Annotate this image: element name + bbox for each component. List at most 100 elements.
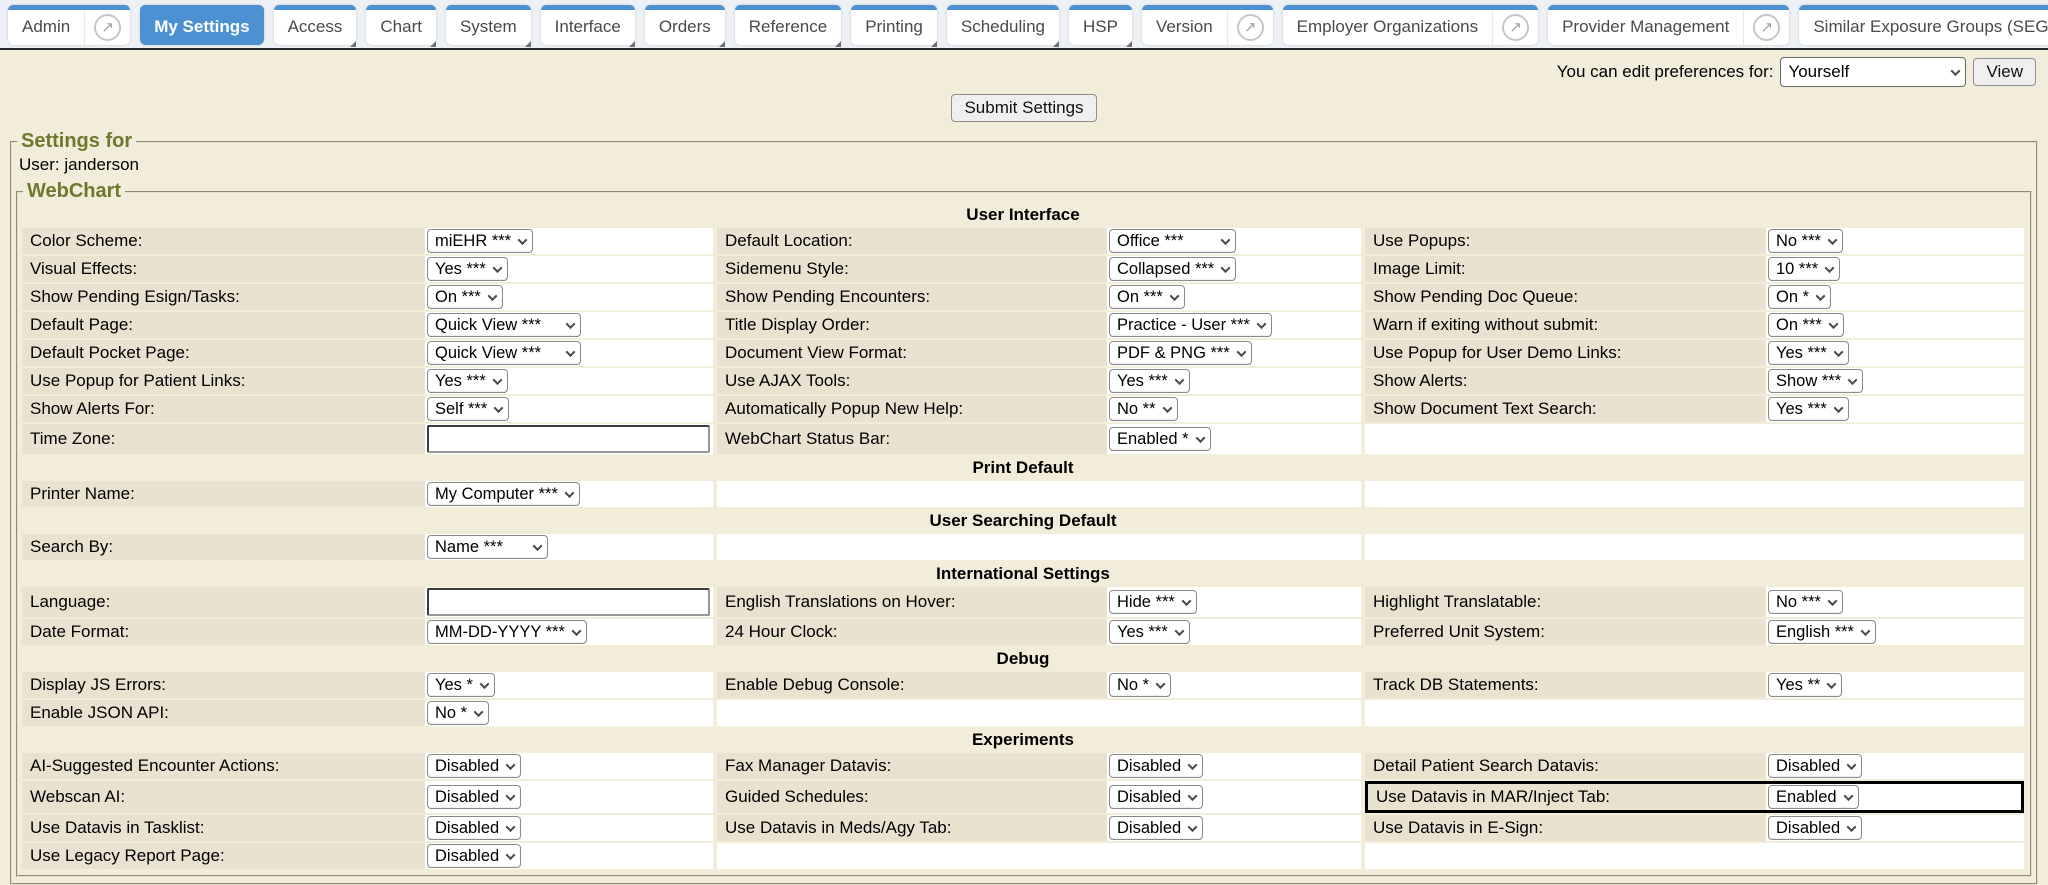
tab-label: System — [446, 12, 531, 37]
english-translations-on-hover-select[interactable]: Hide *** — [1109, 590, 1197, 614]
chevron-down-icon — [492, 263, 502, 273]
tab-provider-management[interactable]: Provider Management↗ — [1548, 5, 1789, 45]
title-display-order-value: Practice - User *** — [1117, 316, 1250, 335]
show-pending-doc-queue-select[interactable]: On * — [1768, 285, 1831, 309]
display-js-errors-select[interactable]: Yes * — [427, 673, 495, 697]
show-pending-esign-tasks-select[interactable]: On *** — [427, 285, 503, 309]
use-popups-select[interactable]: No *** — [1768, 229, 1843, 253]
chevron-down-icon — [1188, 760, 1198, 770]
color-scheme-select[interactable]: miEHR *** — [427, 229, 533, 253]
tab-similar-exposure-groups-segs[interactable]: Similar Exposure Groups (SEGs)↗ — [1799, 5, 2048, 45]
use-legacy-report-page-select[interactable]: Disabled — [427, 844, 521, 868]
highlight-translatable-value: No *** — [1776, 593, 1821, 612]
popup-arrow-icon[interactable]: ↗ — [94, 14, 121, 41]
tab-chart[interactable]: Chart — [366, 5, 436, 45]
chevron-down-icon — [1181, 596, 1191, 606]
chevron-down-icon — [1825, 263, 1835, 273]
show-alerts-select[interactable]: Show *** — [1768, 369, 1863, 393]
tab-hsp[interactable]: HSP — [1069, 5, 1132, 45]
empty-label — [717, 700, 1107, 726]
time-zone-input[interactable] — [427, 425, 710, 453]
popup-arrow-icon[interactable]: ↗ — [1753, 14, 1780, 41]
section-title-user-interface: User Interface — [22, 203, 2024, 226]
tab-version[interactable]: Version↗ — [1142, 5, 1273, 45]
webscan-ai-select[interactable]: Disabled — [427, 785, 521, 809]
show-pending-encounters-select[interactable]: On *** — [1109, 285, 1185, 309]
use-popup-for-patient-links-value: Yes *** — [435, 372, 486, 391]
date-format-value: MM-DD-YYYY *** — [435, 623, 565, 642]
default-page-select[interactable]: Quick View *** — [427, 313, 581, 337]
sidemenu-style-select[interactable]: Collapsed *** — [1109, 257, 1236, 281]
view-button[interactable]: View — [1973, 58, 2036, 86]
tab-printing[interactable]: Printing — [851, 5, 937, 45]
tab-access[interactable]: Access — [274, 5, 357, 45]
use-popup-for-user-demo-links-select[interactable]: Yes *** — [1768, 341, 1849, 365]
preferred-unit-system-select[interactable]: English *** — [1768, 620, 1876, 644]
use-datavis-in-meds-agy-tab-select[interactable]: Disabled — [1109, 816, 1203, 840]
search-by-select[interactable]: Name *** — [427, 535, 548, 559]
search-by-label: Search By: — [22, 534, 425, 560]
document-view-format-label: Document View Format: — [717, 340, 1107, 366]
ai-suggested-encounter-actions-select[interactable]: Disabled — [427, 754, 521, 778]
tab-admin[interactable]: Admin↗ — [8, 5, 130, 45]
title-display-order-select[interactable]: Practice - User *** — [1109, 313, 1272, 337]
tab-scheduling[interactable]: Scheduling — [947, 5, 1059, 45]
empty-label — [1365, 424, 1766, 454]
tab-interface[interactable]: Interface — [541, 5, 635, 45]
use-ajax-tools-select[interactable]: Yes *** — [1109, 369, 1190, 393]
24-hour-clock-value: Yes *** — [1117, 623, 1168, 642]
visual-effects-select[interactable]: Yes *** — [427, 257, 508, 281]
tab-employer-organizations[interactable]: Employer Organizations↗ — [1283, 5, 1538, 45]
date-format-select[interactable]: MM-DD-YYYY *** — [427, 620, 587, 644]
show-alerts-for-select[interactable]: Self *** — [427, 397, 509, 421]
tab-my-settings[interactable]: My Settings — [140, 5, 263, 45]
document-view-format-select[interactable]: PDF & PNG *** — [1109, 341, 1252, 365]
default-pocket-page-select[interactable]: Quick View *** — [427, 341, 581, 365]
empty-control-cell — [1766, 481, 2024, 507]
preferences-for-select[interactable]: Yourself — [1780, 57, 1966, 87]
tab-orders[interactable]: Orders — [645, 5, 725, 45]
enable-json-api-select[interactable]: No * — [427, 701, 489, 725]
webchart-status-bar-select[interactable]: Enabled * — [1109, 427, 1211, 451]
use-legacy-report-page-control-cell: Disabled — [425, 843, 713, 869]
use-datavis-in-mar-inject-tab-select[interactable]: Enabled — [1768, 785, 1859, 809]
detail-patient-search-datavis-select[interactable]: Disabled — [1768, 754, 1862, 778]
show-document-text-search-select[interactable]: Yes *** — [1768, 397, 1849, 421]
guided-schedules-select[interactable]: Disabled — [1109, 785, 1203, 809]
warn-if-exiting-without-submit-select[interactable]: On *** — [1768, 313, 1844, 337]
printer-name-select[interactable]: My Computer *** — [427, 482, 580, 506]
automatically-popup-new-help-select[interactable]: No ** — [1109, 397, 1178, 421]
language-input[interactable] — [427, 588, 710, 616]
default-location-select[interactable]: Office *** — [1109, 229, 1236, 253]
track-db-statements-select[interactable]: Yes ** — [1768, 673, 1842, 697]
24-hour-clock-select[interactable]: Yes *** — [1109, 620, 1190, 644]
highlight-translatable-select[interactable]: No *** — [1768, 590, 1843, 614]
chevron-down-icon — [533, 541, 543, 551]
automatically-popup-new-help-label: Automatically Popup New Help: — [717, 396, 1107, 422]
image-limit-select[interactable]: 10 *** — [1768, 257, 1840, 281]
search-by-value: Name *** — [435, 538, 503, 557]
fax-manager-datavis-select[interactable]: Disabled — [1109, 754, 1203, 778]
use-datavis-in-mar-inject-tab-control-cell: Enabled — [1766, 781, 2024, 813]
popup-arrow-icon[interactable]: ↗ — [1502, 14, 1529, 41]
tab-label: Scheduling — [947, 12, 1059, 37]
popup-arrow-icon[interactable]: ↗ — [1237, 14, 1264, 41]
use-datavis-in-meds-agy-tab-control-cell: Disabled — [1107, 815, 1361, 841]
empty-control-cell — [1107, 843, 1361, 869]
use-datavis-in-tasklist-select[interactable]: Disabled — [427, 816, 521, 840]
default-pocket-page-label: Default Pocket Page: — [22, 340, 425, 366]
use-popup-for-patient-links-select[interactable]: Yes *** — [427, 369, 508, 393]
section-title-experiments: Experiments — [22, 728, 2024, 751]
show-alerts-for-label: Show Alerts For: — [22, 396, 425, 422]
use-datavis-in-e-sign-select[interactable]: Disabled — [1768, 816, 1862, 840]
automatically-popup-new-help-value: No ** — [1117, 400, 1156, 419]
submit-settings-button[interactable]: Submit Settings — [951, 94, 1096, 122]
tab-reference[interactable]: Reference — [735, 5, 841, 45]
24-hour-clock-label: 24 Hour Clock: — [717, 619, 1107, 645]
preferred-unit-system-control-cell: English *** — [1766, 619, 2024, 645]
search-by-control-cell: Name *** — [425, 534, 713, 560]
enable-debug-console-select[interactable]: No * — [1109, 673, 1171, 697]
printer-name-value: My Computer *** — [435, 485, 558, 504]
chevron-down-icon — [506, 850, 516, 860]
tab-system[interactable]: System — [446, 5, 531, 45]
